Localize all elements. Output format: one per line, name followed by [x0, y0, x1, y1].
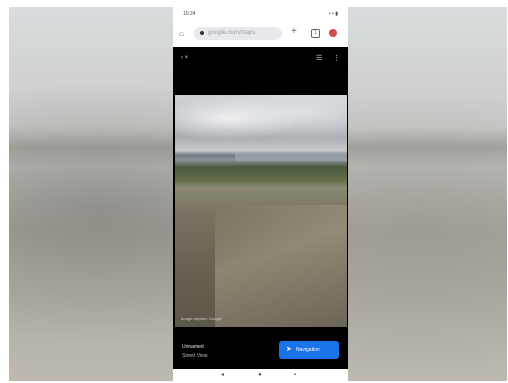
recents-icon[interactable]: ▪ — [294, 371, 296, 379]
photo-sky — [175, 95, 347, 153]
status-bar: 10:24 • • ▮ — [173, 7, 348, 21]
browser-menu-icon[interactable] — [329, 29, 337, 37]
back-icon[interactable]: ◂ — [221, 371, 224, 379]
navigation-button-label: Navigation — [296, 347, 320, 353]
more-icon[interactable]: ⋮ — [333, 54, 340, 62]
home-icon[interactable]: ⌂ — [179, 29, 184, 39]
photo-caption: Image capture: Google — [181, 316, 222, 321]
tab-switcher-icon[interactable]: 1 — [311, 29, 320, 38]
photo-water — [235, 153, 347, 161]
browser-address-bar: ⌂ google.com/maps + 1 — [173, 21, 348, 47]
navigation-icon: ➤ — [286, 346, 292, 353]
place-name: Unnamed — [182, 344, 204, 350]
status-indicators: • • ▮ — [328, 11, 338, 17]
photo-path — [215, 205, 347, 327]
place-subtitle: Street View — [182, 353, 208, 359]
status-time: 10:24 — [183, 11, 196, 17]
url-field[interactable]: google.com/maps — [194, 27, 282, 40]
place-panel: Unnamed Street View ➤ Navigation — [173, 327, 348, 369]
system-navigation-bar: ◂ ● ▪ — [173, 369, 348, 381]
home-button-icon[interactable]: ● — [258, 371, 262, 379]
viewer-header: ‹ × ☰ ⋮ — [173, 47, 348, 95]
navigation-button[interactable]: ➤ Navigation — [279, 341, 339, 359]
url-text: google.com/maps — [208, 30, 256, 36]
list-icon[interactable]: ☰ — [316, 54, 322, 62]
new-tab-icon[interactable]: + — [291, 27, 297, 37]
street-view-photo[interactable]: Image capture: Google — [175, 95, 347, 327]
phone-screen: 10:24 • • ▮ ⌂ google.com/maps + 1 ‹ × ☰ … — [173, 7, 348, 381]
close-viewer-button[interactable]: ‹ × — [181, 55, 188, 61]
lock-icon — [200, 31, 204, 35]
